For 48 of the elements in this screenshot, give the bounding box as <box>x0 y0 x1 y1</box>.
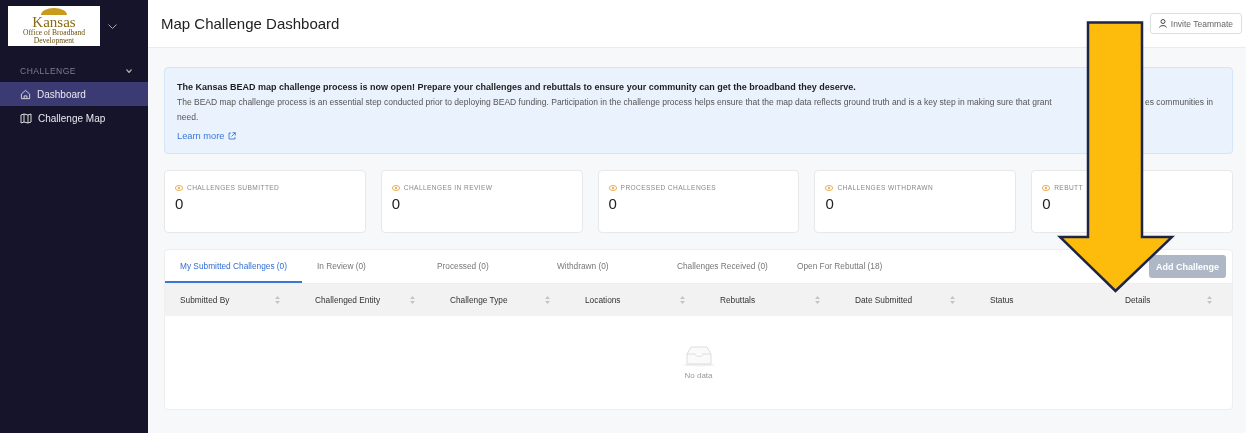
learn-more-link[interactable]: Learn more <box>177 131 236 141</box>
sort-icon[interactable] <box>950 296 955 304</box>
stat-value: 0 <box>175 195 185 212</box>
column-header[interactable]: Challenge Type <box>450 295 508 305</box>
column-header[interactable]: Status <box>990 295 1014 305</box>
column-header[interactable]: Details <box>1125 295 1151 305</box>
banner-text: need. <box>177 112 199 122</box>
empty-inbox-icon <box>681 345 716 367</box>
tab[interactable]: Challenges Received (0) <box>662 250 782 283</box>
chevron-icon[interactable] <box>126 69 132 73</box>
sort-icon[interactable] <box>410 296 415 304</box>
column-header[interactable]: Date Submitted <box>855 295 913 305</box>
sort-icon[interactable] <box>545 296 550 304</box>
eye-icon <box>608 184 617 191</box>
stat-value: 0 <box>391 195 402 212</box>
page-title: Map Challenge Dashboard <box>161 15 340 32</box>
external-link-icon <box>227 132 236 140</box>
chevron-down-icon[interactable] <box>108 23 117 29</box>
column-header[interactable]: Locations <box>585 295 621 305</box>
tab[interactable]: Open For Rebuttal (18) <box>782 250 902 283</box>
column-header[interactable]: Challenged Entity <box>315 295 381 305</box>
tab[interactable]: In Review (0) <box>302 250 422 283</box>
stat-value: 0 <box>1042 195 1052 212</box>
column-header[interactable]: Submitted By <box>180 295 230 305</box>
tab[interactable]: Processed (0) <box>422 250 542 283</box>
banner-text: The BEAD map challenge process is an essential step conducted prior to deploying BEAD funding. Participation in the challenge process helps ensure that the map data reflects ground truth and is a key step in making sure that grant <box>177 97 1052 107</box>
stat-value: 0 <box>608 195 618 212</box>
sort-icon[interactable] <box>1207 296 1212 304</box>
map-icon <box>20 112 32 124</box>
nav-item[interactable]: Challenge Map <box>0 106 148 130</box>
tab[interactable]: Withdrawn (0) <box>542 250 662 283</box>
eye-icon <box>825 184 834 191</box>
section-label: CHALLENGE <box>20 66 76 76</box>
banner-text: es communities in <box>1145 97 1214 107</box>
eye-icon <box>391 184 400 191</box>
nav-item[interactable]: Dashboard <box>0 82 148 106</box>
banner-heading: The Kansas BEAD map challenge process is now open! Prepare your challenges and rebuttals to ensure your community can get the broadband they deserve. <box>177 82 857 92</box>
empty-text: No data <box>684 371 713 380</box>
sort-icon[interactable] <box>815 296 820 304</box>
stat-value: 0 <box>825 195 835 212</box>
eye-icon <box>1042 184 1051 191</box>
eye-icon <box>175 184 183 191</box>
invite-button[interactable]: Invite Teammate <box>1149 13 1242 34</box>
home-icon <box>20 88 31 100</box>
sort-icon[interactable] <box>680 296 685 304</box>
column-header[interactable]: Rebuttals <box>720 295 756 305</box>
person-icon <box>1158 19 1167 28</box>
sort-icon[interactable] <box>275 296 280 304</box>
